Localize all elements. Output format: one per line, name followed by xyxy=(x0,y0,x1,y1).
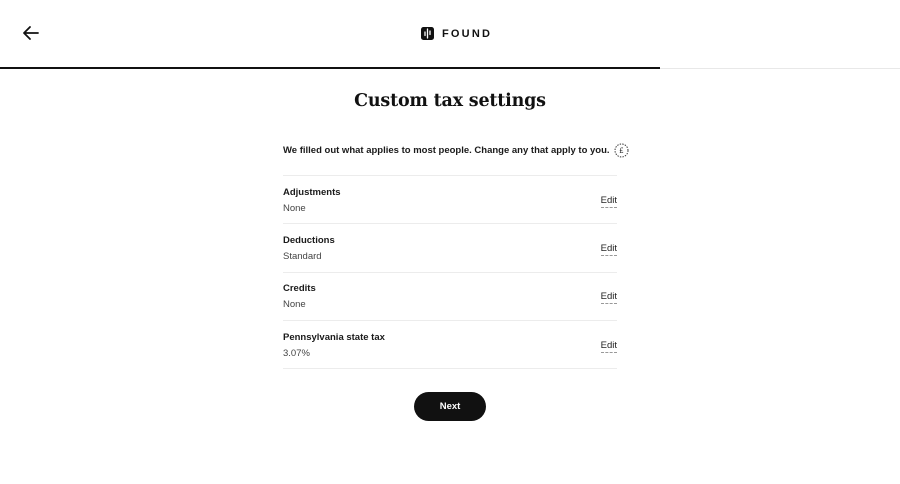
tax-setting-row-adjustments: Adjustments None Edit xyxy=(283,176,617,225)
brand-logo: FOUND xyxy=(421,27,492,40)
progress-bar xyxy=(0,67,660,69)
row-value: None xyxy=(283,299,306,311)
row-value: Standard xyxy=(283,250,322,262)
tax-setting-row-state-tax: Pennsylvania state tax 3.07% Edit xyxy=(283,321,617,370)
back-button[interactable] xyxy=(22,24,40,42)
row-label: Deductions xyxy=(283,234,335,246)
page-title: Custom tax settings xyxy=(354,91,546,111)
edit-credits-link[interactable]: Edit xyxy=(600,291,617,305)
edit-adjustments-link[interactable]: Edit xyxy=(600,195,617,208)
arrow-left-icon xyxy=(23,26,39,40)
row-label: Credits xyxy=(283,283,316,295)
intro-section: We filled out what applies to most peopl… xyxy=(283,143,629,158)
row-label: Pennsylvania state tax xyxy=(283,331,385,343)
row-value: None xyxy=(283,202,306,214)
brand-name: FOUND xyxy=(442,27,493,40)
tax-setting-row-deductions: Deductions Standard Edit xyxy=(283,224,617,273)
edit-deductions-link[interactable]: Edit xyxy=(600,243,617,256)
svg-text:£: £ xyxy=(619,147,623,155)
edit-state-tax-link[interactable]: Edit xyxy=(600,340,617,353)
row-value: 3.07% xyxy=(283,347,310,359)
tax-settings-list: Adjustments None Edit Deductions Standar… xyxy=(283,175,617,370)
next-button[interactable]: Next xyxy=(414,392,486,421)
row-label: Adjustments xyxy=(283,186,341,198)
found-logo-icon xyxy=(421,27,434,40)
intro-text: We filled out what applies to most peopl… xyxy=(283,145,610,156)
info-dotted-icon[interactable]: £ xyxy=(614,143,629,158)
tax-setting-row-credits: Credits None Edit xyxy=(283,273,617,321)
